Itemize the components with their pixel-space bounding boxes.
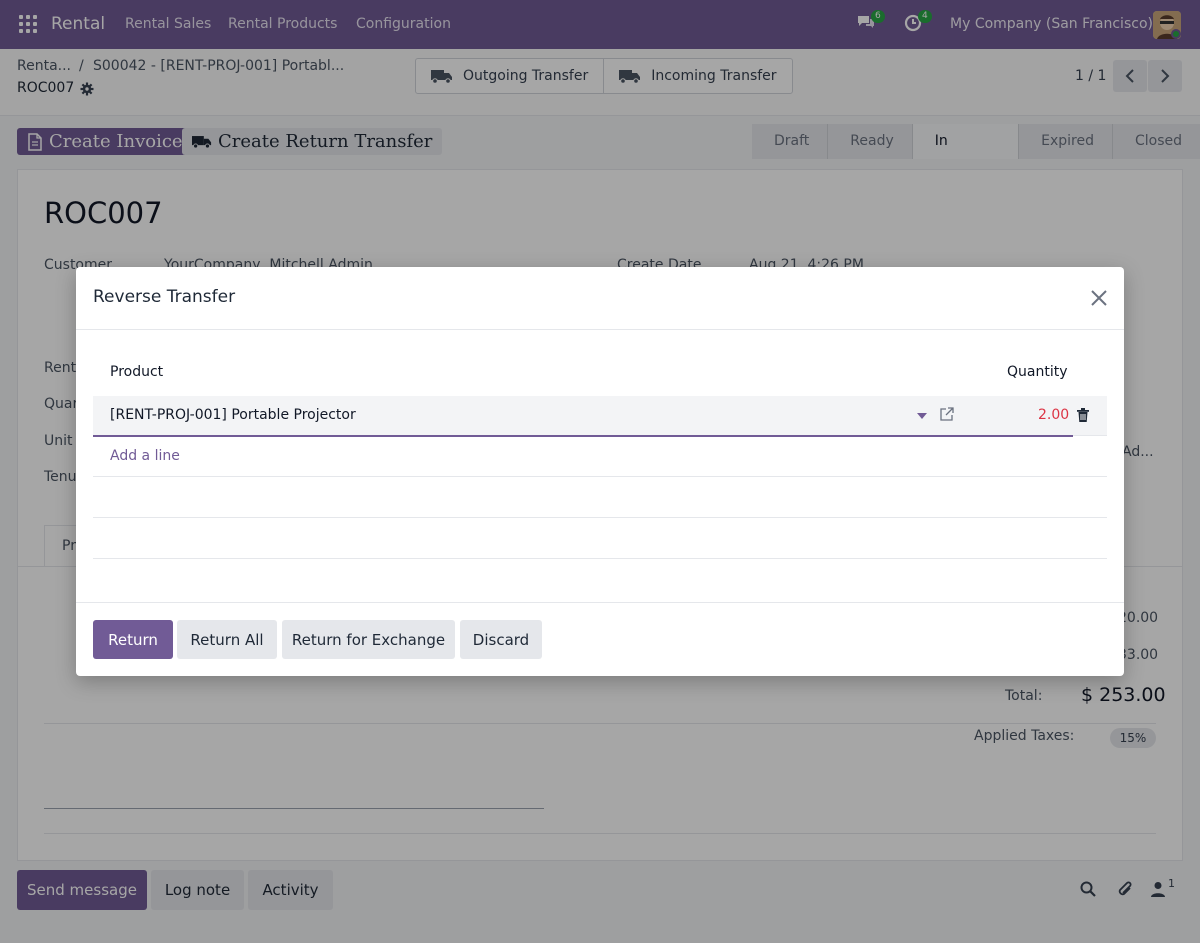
discard-button[interactable]: Discard xyxy=(460,620,542,659)
caret-down-icon[interactable] xyxy=(917,413,927,419)
table-row[interactable]: [RENT-PROJ-001] Portable Projector 2.00 xyxy=(93,396,1107,437)
lines-table-header: Product Quantity xyxy=(93,364,1107,396)
column-quantity[interactable]: Quantity xyxy=(1007,364,1068,380)
modal-title: Reverse Transfer xyxy=(93,287,236,307)
reverse-transfer-dialog: Reverse Transfer Product Quantity [RENT-… xyxy=(76,267,1124,676)
return-all-button[interactable]: Return All xyxy=(177,620,277,659)
external-link-icon[interactable] xyxy=(940,407,954,421)
trash-icon[interactable] xyxy=(1077,408,1089,422)
add-a-line-link[interactable]: Add a line xyxy=(110,448,180,464)
modal-footer: Return Return All Return for Exchange Di… xyxy=(76,602,1124,676)
empty-row xyxy=(93,478,1107,518)
add-line-row: Add a line xyxy=(93,437,1107,477)
close-icon[interactable] xyxy=(1088,287,1110,309)
modal-header: Reverse Transfer xyxy=(76,267,1124,330)
column-product[interactable]: Product xyxy=(110,364,163,380)
return-for-exchange-button[interactable]: Return for Exchange xyxy=(282,620,455,659)
empty-row xyxy=(93,519,1107,559)
return-button[interactable]: Return xyxy=(93,620,173,659)
row-product[interactable]: [RENT-PROJ-001] Portable Projector xyxy=(110,407,356,423)
row-quantity[interactable]: 2.00 xyxy=(1038,407,1069,423)
